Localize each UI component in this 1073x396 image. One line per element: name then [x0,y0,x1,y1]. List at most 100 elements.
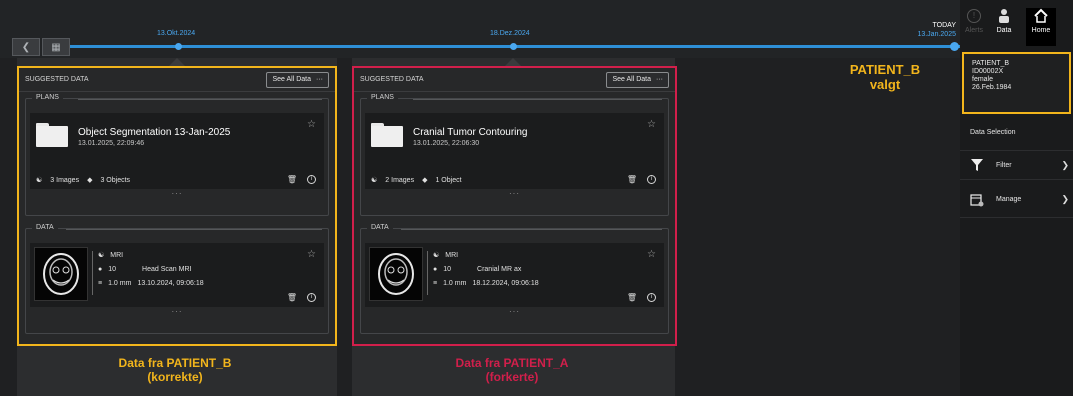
brain-scan-image [43,253,79,295]
delete-icon[interactable]: 🗑 [627,293,637,302]
series-card[interactable]: ☯ MRI ● 10 Cranial MR ax ≡ 1.0 mm 18.12.2024,… [365,243,664,307]
timeline-pointer [169,58,185,66]
delete-icon[interactable]: 🗑 [287,175,297,184]
today-date: 13.Jan.2025 [917,31,956,38]
home-button[interactable]: Home [1026,8,1056,46]
favorite-star-icon[interactable]: ☆ [307,249,316,260]
image-count: 10 [108,266,117,273]
annotation-left-line-1: Data fra PATIENT_B [118,356,232,370]
see-all-data-button[interactable]: See All Data ··· [266,71,329,88]
more-plans-button[interactable]: ··· [26,189,328,203]
plan-objects: 3 Objects [100,176,131,184]
delete-icon[interactable]: 🗑 [627,175,637,184]
timeline-pointer [505,58,521,66]
slice-icon: ≡ [98,280,103,287]
timeline-marker-today[interactable] [950,42,959,51]
plan-images: 2 Images [385,176,415,184]
info-icon[interactable]: i [647,175,656,184]
home-label: Home [1031,27,1051,34]
data-selection-label: Data Selection [970,128,1016,136]
top-bar [0,0,1073,58]
patient-sex: female [972,76,994,83]
plan-title: Cranial Tumor Contouring [413,127,528,138]
chevron-down-icon: ❯ [1061,194,1069,204]
slice-icon: ≡ [433,280,438,287]
data-button[interactable]: Data [988,8,1020,46]
plan-actions: 🗑 i [287,175,316,184]
delete-icon[interactable]: 🗑 [287,293,297,302]
plan-card[interactable]: Object Segmentation 13-Jan-2025 13.01.20… [30,113,324,189]
patient-name: PATIENT_B [972,60,1010,67]
filter-label: Filter [996,161,1012,169]
home-icon [1033,8,1049,24]
favorite-star-icon[interactable]: ☆ [647,119,656,130]
brain-scan-image [378,253,414,295]
divider [66,229,322,230]
chevron-left-icon: ❮ [21,41,31,53]
more-plans-button[interactable]: ··· [361,189,668,203]
divider [413,99,662,100]
stack-icon: ● [433,266,438,273]
favorite-star-icon[interactable]: ☆ [647,249,656,260]
slice-thickness: 1.0 mm [108,280,132,287]
modality: MRI [445,252,459,259]
slice-thickness: 1.0 mm [443,280,467,287]
back-button[interactable]: ❮ [12,38,40,56]
suggested-data-panel-patient-b: SUGGESTED DATA See All Data ··· PLANS Ob… [17,66,337,346]
annotation-right-line-1: Data fra PATIENT_A [455,356,569,370]
annotation-left-line-2: (korrekte) [147,370,203,384]
filter-menu-item[interactable]: Filter ❯ [960,150,1073,180]
see-all-label: See All Data [272,76,311,83]
manage-menu-item[interactable]: Manage ❯ [960,182,1073,218]
alerts-button[interactable]: ! Alerts [960,8,988,46]
data-title: DATA [367,224,393,231]
modality-icon: ☯ [98,252,105,259]
folder-icon [371,123,403,147]
panel-header: SUGGESTED DATA See All Data ··· [19,68,335,92]
annotation-right: Data fra PATIENT_A (forkerte) [412,356,612,384]
more-data-button[interactable]: ··· [361,307,668,321]
patient-dob: 26.Feb.1984 [972,84,1012,91]
info-icon[interactable]: i [307,175,316,184]
data-label: Data [996,27,1012,34]
plan-images: 3 Images [50,176,80,184]
annotation-right-line-2: (forkerte) [485,370,539,384]
data-selection-header: Data Selection [960,122,1073,142]
data-group: DATA ☯ MRI ● 10 Head Scan MRI ≡ 1.0 mm 13.10.… [25,224,329,334]
info-icon[interactable]: i [647,293,656,302]
plans-title: PLANS [367,94,398,101]
modality-icon: ☯ [433,252,440,259]
stack-icon: ● [98,266,103,273]
images-icon: ☯ [371,177,378,184]
plans-group: PLANS Cranial Tumor Contouring 13.01.202… [360,94,669,216]
filter-icon [971,159,983,171]
plans-group: PLANS Object Segmentation 13-Jan-2025 13… [25,94,329,216]
see-all-data-button[interactable]: See All Data ··· [606,71,669,88]
favorite-star-icon[interactable]: ☆ [307,119,316,130]
series-info: ☯ MRI ● 10 Cranial MR ax ≡ 1.0 mm 18.12.2024,… [427,249,539,295]
mri-thumbnail [34,247,88,301]
today-label: TODAY [932,22,956,29]
more-data-button[interactable]: ··· [26,307,328,321]
timeline-nav: ❮ ▦ [12,38,72,56]
images-icon: ☯ [36,177,43,184]
panel-title: SUGGESTED DATA [360,76,424,83]
panel-header: SUGGESTED DATA See All Data ··· [354,68,675,92]
patient-info-box[interactable]: PATIENT_B ID00002X female 26.Feb.1984 [962,52,1071,114]
alert-icon: ! [967,9,981,23]
plans-title: PLANS [32,94,63,101]
image-count: 10 [443,266,452,273]
patient-id: ID00002X [972,68,1004,75]
manage-label: Manage [996,196,1022,203]
series-card[interactable]: ☯ MRI ● 10 Head Scan MRI ≡ 1.0 mm 13.10.2024,… [30,243,324,307]
calendar-button[interactable]: ▦ [42,38,70,56]
timeline-date-2: 18.Dez.2024 [490,30,530,37]
timeline-marker-2[interactable] [510,43,517,50]
series-name: Head Scan MRI [142,266,192,273]
timeline-marker-1[interactable] [175,43,182,50]
plan-card[interactable]: Cranial Tumor Contouring 13.01.2025, 22:… [365,113,664,189]
modality: MRI [110,252,124,259]
info-icon[interactable]: i [307,293,316,302]
calendar-icon: ▦ [51,41,61,53]
series-date: 18.12.2024, 09:06:18 [472,280,539,287]
